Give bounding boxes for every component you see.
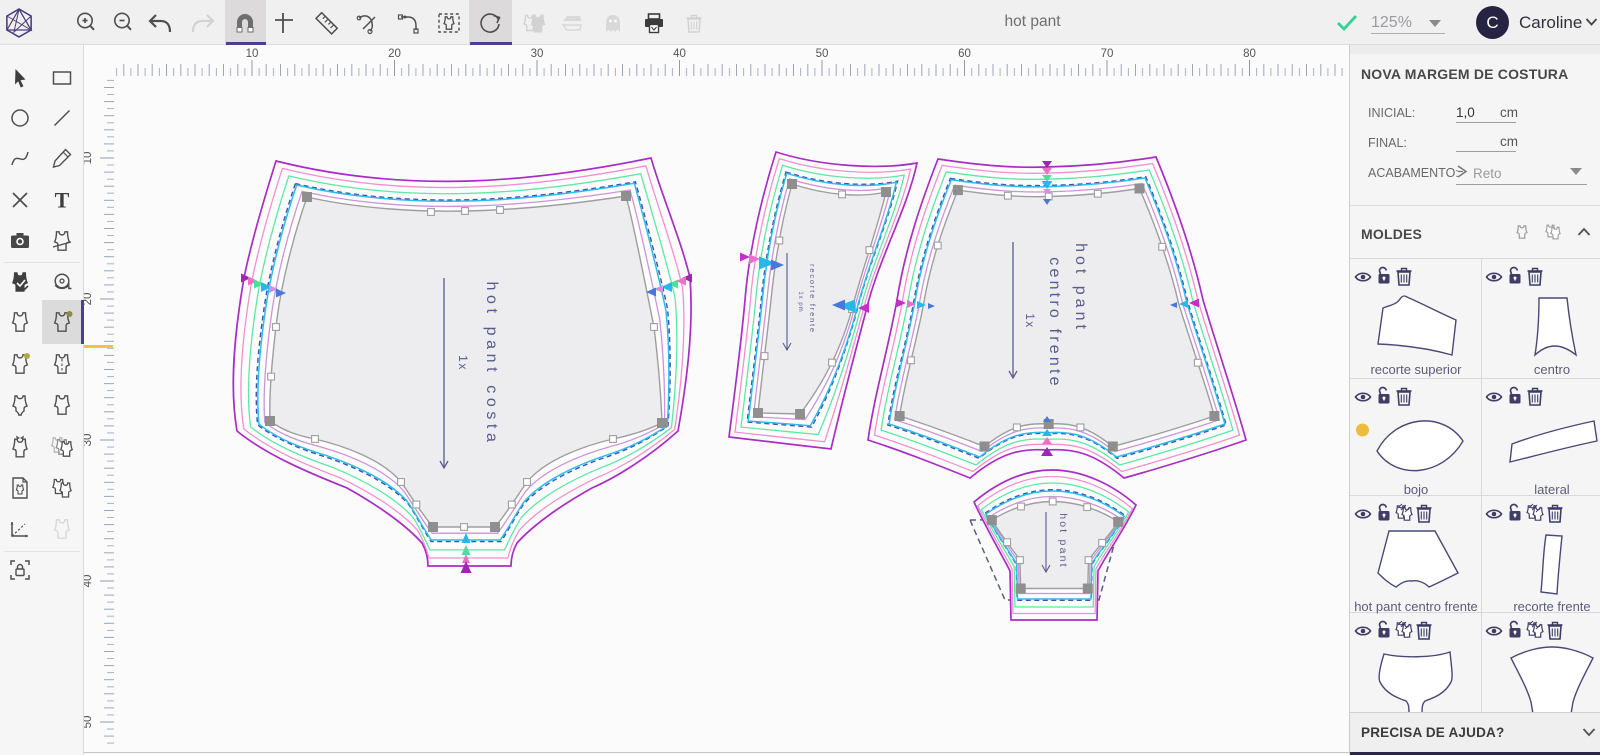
svg-text:hot pant: hot pant xyxy=(1057,513,1069,569)
svg-text:hot pant: hot pant xyxy=(1072,243,1089,333)
svg-text:hot pant costa: hot pant costa xyxy=(483,282,500,447)
svg-text:T: T xyxy=(55,188,70,213)
svg-text:centro frente: centro frente xyxy=(1046,257,1063,388)
svg-text:1x: 1x xyxy=(456,355,470,371)
svg-text:1x pm: 1x pm xyxy=(797,291,803,312)
svg-text:1x: 1x xyxy=(1023,313,1035,328)
svg-text:recorte frente: recorte frente xyxy=(808,264,817,334)
